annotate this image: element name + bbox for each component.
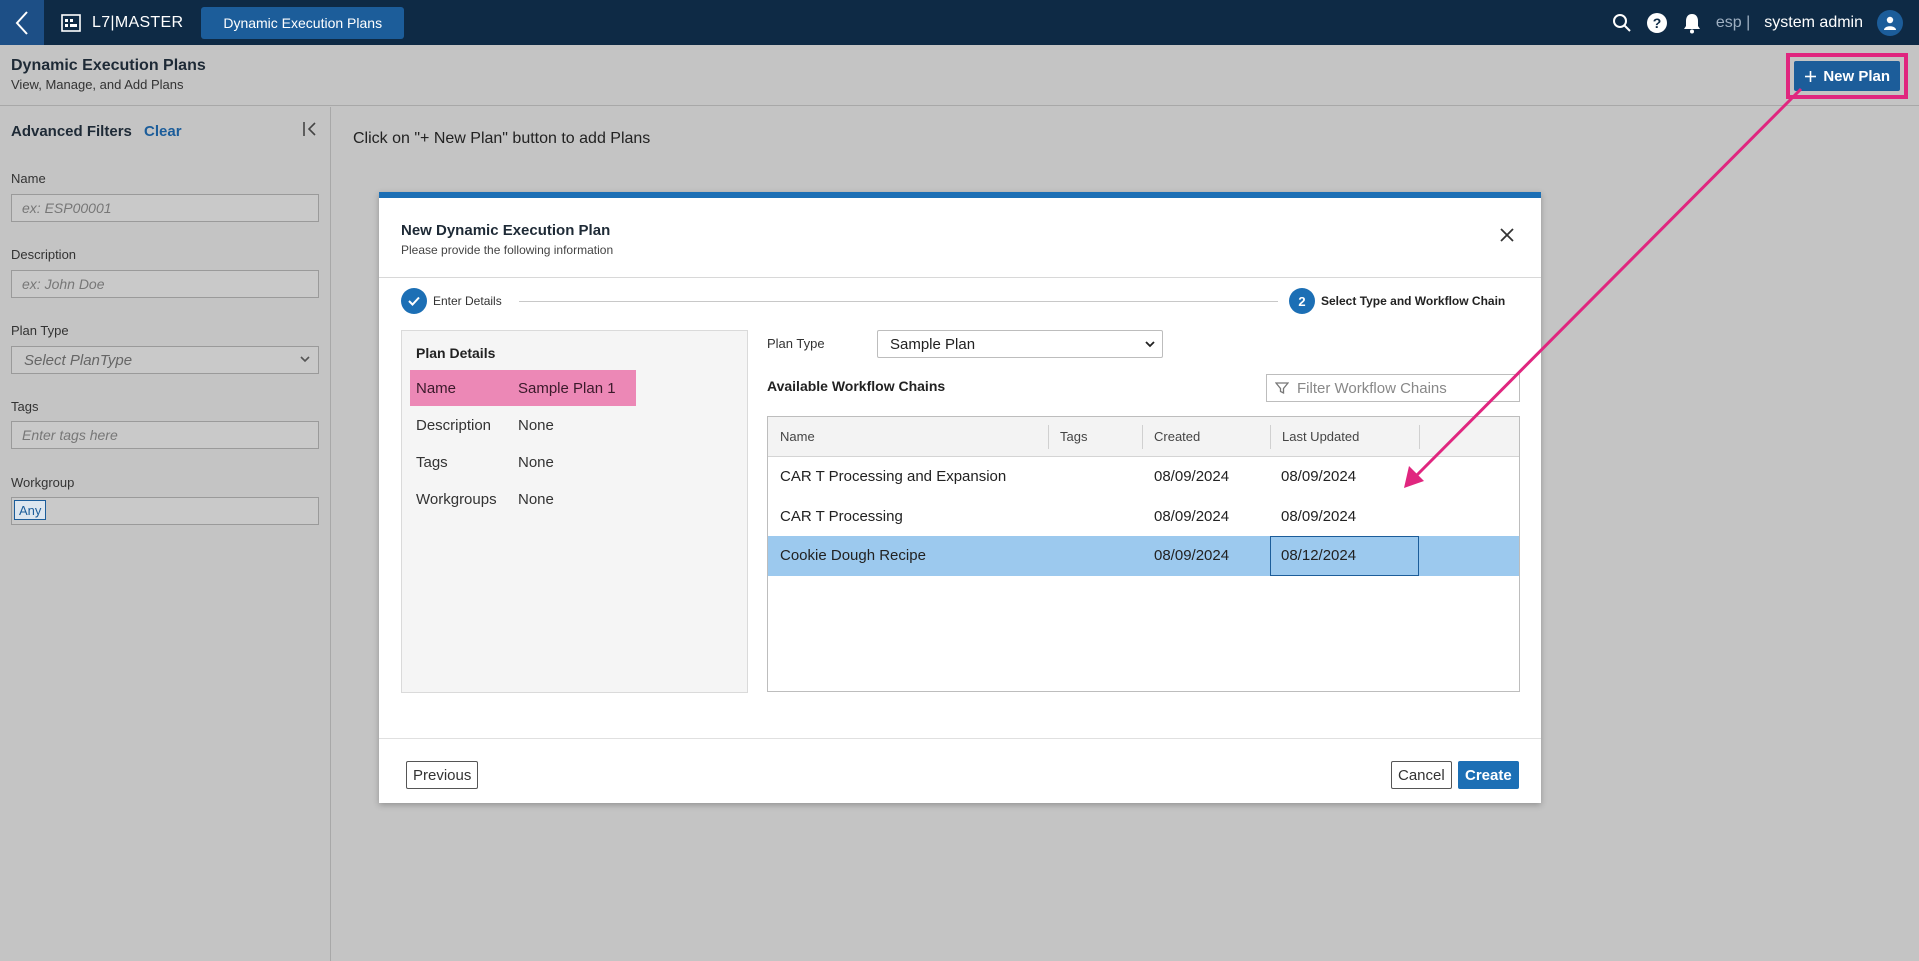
tags-filter-label: Tags <box>11 399 39 414</box>
plan-detail-key: Workgroups <box>416 490 497 508</box>
help-icon[interactable]: ? <box>1646 12 1668 34</box>
plan-detail-value: None <box>518 490 554 508</box>
filters-header: Advanced Filters Clear <box>11 123 182 140</box>
column-header-created[interactable]: Created <box>1154 429 1200 444</box>
modal-divider <box>379 277 1541 278</box>
cell-name: CAR T Processing and Expansion <box>780 468 1007 485</box>
new-plan-button[interactable]: New Plan <box>1794 61 1900 91</box>
plan-detail-value: Sample Plan 1 <box>518 379 616 397</box>
filters-title: Advanced Filters <box>11 123 132 140</box>
search-icon[interactable] <box>1612 13 1632 33</box>
description-filter-input[interactable]: ex: John Doe <box>11 270 319 298</box>
modal-title: New Dynamic Execution Plan <box>401 222 611 239</box>
column-separator <box>1048 425 1049 449</box>
column-separator <box>1142 425 1143 449</box>
checkmark-icon <box>401 288 427 314</box>
plan-type-label: Plan Type <box>767 336 825 351</box>
description-filter-label: Description <box>11 247 77 262</box>
step2-label: Select Type and Workflow Chain <box>1321 294 1506 308</box>
step2-number: 2 <box>1289 288 1315 314</box>
filter-placeholder: Filter Workflow Chains <box>1297 380 1447 397</box>
cell-last-updated: 08/09/2024 <box>1281 468 1357 485</box>
table-row-selected[interactable]: Cookie Dough Recipe 08/09/2024 08/12/202… <box>768 536 1519 576</box>
plan-detail-key: Name <box>416 379 457 397</box>
chevron-down-icon <box>300 356 310 363</box>
user-name[interactable]: system admin <box>1764 14 1863 32</box>
column-header-last-updated[interactable]: Last Updated <box>1282 429 1359 444</box>
plus-icon <box>1805 70 1817 82</box>
cell-created: 08/09/2024 <box>1154 547 1230 564</box>
workgroup-any-chip[interactable]: Any <box>14 500 47 520</box>
new-plan-modal: New Dynamic Execution Plan Please provid… <box>379 192 1541 803</box>
page-title: Dynamic Execution Plans <box>11 57 206 74</box>
table-row[interactable]: CAR T Processing and Expansion 08/09/202… <box>768 457 1519 497</box>
close-icon[interactable] <box>1497 225 1517 245</box>
back-button[interactable] <box>0 0 44 45</box>
clear-filters-link[interactable]: Clear <box>144 123 182 140</box>
collapse-sidebar-icon[interactable] <box>300 119 320 139</box>
previous-button[interactable]: Previous <box>406 761 479 789</box>
plan-detail-tags-row: Tags None <box>410 444 636 480</box>
step1-label: Enter Details <box>433 294 502 308</box>
plan-detail-name-row: Name Sample Plan 1 <box>410 370 636 406</box>
chevron-down-icon <box>1145 341 1155 348</box>
step-select-type[interactable]: 2 Select Type and Workflow Chain <box>1289 288 1505 314</box>
workgroup-filter-input[interactable] <box>11 497 319 525</box>
page-header: Dynamic Execution Plans View, Manage, an… <box>0 45 1919 106</box>
create-button[interactable]: Create <box>1458 761 1519 789</box>
svg-text:?: ? <box>1653 15 1662 31</box>
app-name: L7|MASTER <box>92 13 184 31</box>
notification-bell-icon[interactable] <box>1682 12 1702 34</box>
workflow-chains-title: Available Workflow Chains <box>767 378 946 394</box>
advanced-filters-sidebar: Advanced Filters Clear Name ex: ESP00001… <box>0 107 331 961</box>
plan-type-value: Sample Plan <box>890 336 976 353</box>
chevron-left-icon <box>15 10 28 35</box>
user-avatar-icon[interactable] <box>1877 9 1903 36</box>
page-subtitle: View, Manage, and Add Plans <box>11 77 184 92</box>
plan-type-select[interactable]: Sample Plan <box>877 330 1163 358</box>
cell-created: 08/09/2024 <box>1154 468 1230 485</box>
cell-last-updated-focused[interactable]: 08/12/2024 <box>1270 536 1419 576</box>
filter-workflow-chains-input[interactable]: Filter Workflow Chains <box>1266 374 1520 402</box>
plan-detail-value: None <box>518 416 554 434</box>
plan-type-filter-label: Plan Type <box>11 323 69 338</box>
plan-details-panel: Plan Details Name Sample Plan 1 Descript… <box>401 330 748 693</box>
table-row[interactable]: CAR T Processing 08/09/2024 08/09/2024 <box>768 497 1519 537</box>
column-header-tags[interactable]: Tags <box>1060 429 1087 444</box>
modal-subtitle: Please provide the following information <box>401 243 614 257</box>
plan-type-filter-select[interactable]: Select PlanType <box>11 346 319 374</box>
column-separator <box>1270 425 1271 449</box>
workflow-chains-table: Name Tags Created Last Updated CAR T Pro… <box>767 416 1520 692</box>
plan-detail-description-row: Description None <box>410 407 636 443</box>
cell-last-updated: 08/09/2024 <box>1281 508 1357 525</box>
top-navigation-bar: L7|MASTER Dynamic Execution Plans ? esp … <box>0 0 1919 45</box>
stepper-line <box>519 301 1278 302</box>
tenant-label[interactable]: esp | <box>1716 14 1750 32</box>
new-plan-highlight-box: New Plan <box>1786 53 1908 99</box>
filter-icon <box>1275 382 1289 395</box>
empty-state-hint: Click on "+ New Plan" button to add Plan… <box>353 130 651 147</box>
plan-detail-workgroups-row: Workgroups None <box>410 481 636 517</box>
cell-created: 08/09/2024 <box>1154 508 1230 525</box>
tags-filter-input[interactable]: Enter tags here <box>11 421 319 449</box>
cancel-button[interactable]: Cancel <box>1391 761 1452 789</box>
cell-name: Cookie Dough Recipe <box>780 547 926 564</box>
cell-name: CAR T Processing <box>780 508 903 525</box>
app-logo-icon <box>60 12 82 34</box>
plan-type-filter-value: Select PlanType <box>24 352 133 369</box>
plan-details-heading: Plan Details <box>416 345 496 361</box>
modal-footer-divider <box>379 738 1541 739</box>
name-filter-input[interactable]: ex: ESP00001 <box>11 194 319 222</box>
column-separator <box>1419 425 1420 449</box>
table-header: Name Tags Created Last Updated <box>768 417 1519 457</box>
new-plan-label: New Plan <box>1823 67 1890 85</box>
plan-detail-key: Description <box>416 416 492 434</box>
tab-dynamic-execution-plans[interactable]: Dynamic Execution Plans <box>201 6 405 39</box>
plan-detail-key: Tags <box>416 453 448 471</box>
name-filter-label: Name <box>11 171 46 186</box>
plan-detail-value: None <box>518 453 554 471</box>
step-enter-details[interactable]: Enter Details <box>401 288 502 314</box>
column-header-name[interactable]: Name <box>780 429 815 444</box>
workgroup-filter-label: Workgroup <box>11 475 75 490</box>
